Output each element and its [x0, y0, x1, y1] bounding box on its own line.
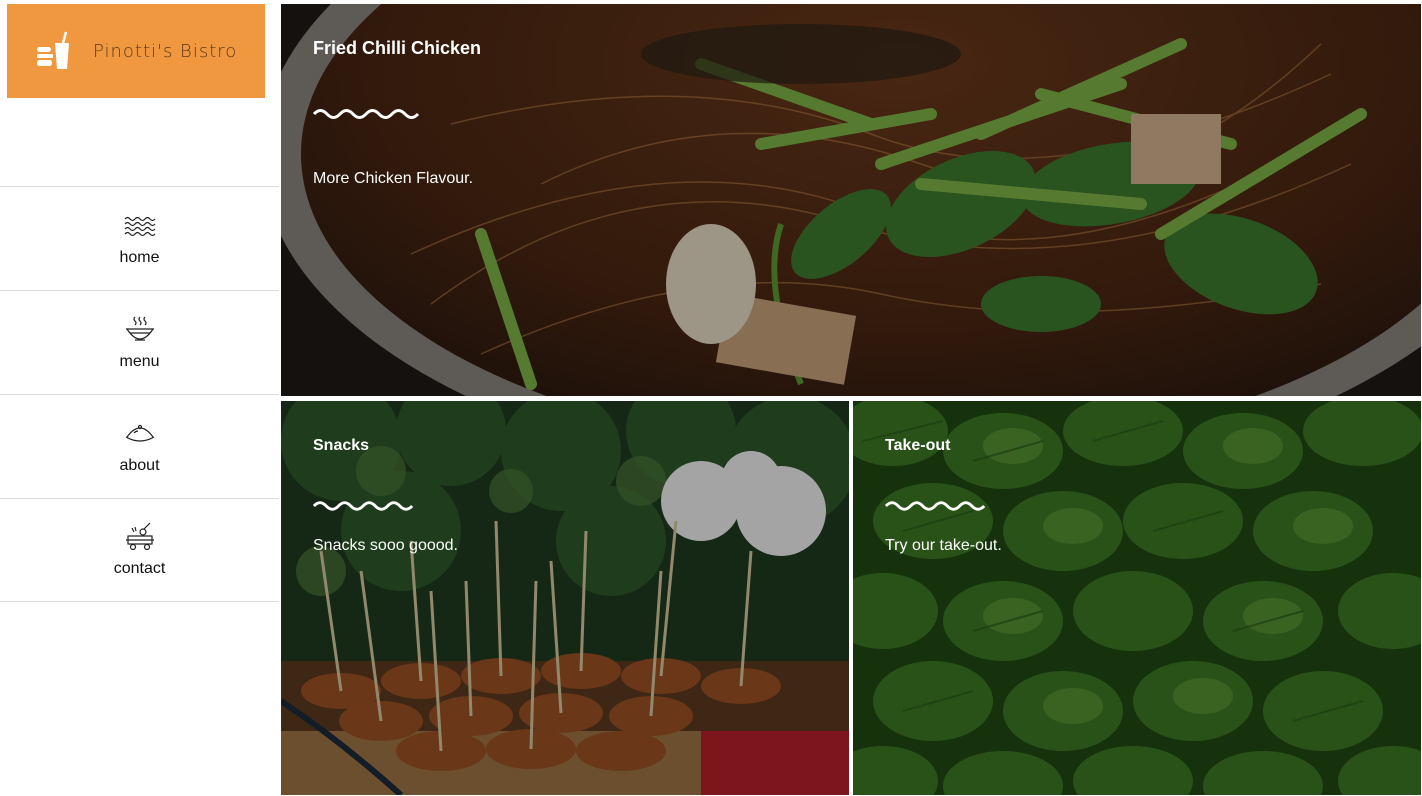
tile-description: Try our take-out.: [885, 537, 1002, 554]
main-nav: home menu about contact: [0, 186, 279, 602]
nav-item-home[interactable]: home: [0, 186, 279, 290]
nav-item-menu[interactable]: menu: [0, 290, 279, 394]
sidebar: Pinotti's Bistro home menu about contact: [0, 0, 279, 796]
grill-icon: [125, 522, 154, 551]
steaming-bowl-icon: [125, 316, 154, 341]
cloche-icon: [125, 424, 154, 442]
nav-item-contact[interactable]: contact: [0, 498, 279, 602]
wave-divider-icon: [885, 501, 986, 511]
nav-label-home: home: [119, 248, 160, 266]
tile-description: Snacks sooo goood.: [313, 537, 458, 554]
nav-label-contact: contact: [113, 560, 166, 577]
nav-item-about[interactable]: about: [0, 394, 279, 498]
brand-logo[interactable]: Pinotti's Bistro: [7, 4, 265, 98]
nav-label-menu: menu: [119, 352, 160, 370]
feature-tile-take-out[interactable]: Take-out Try our take-out.: [853, 401, 1421, 795]
tile-title: Take-out: [885, 437, 951, 454]
feature-tile-fried-chilli-chicken[interactable]: Fried Chilli Chicken More Chicken Flavou…: [281, 4, 1421, 396]
tile-caption: Fried Chilli Chicken More Chicken Flavou…: [313, 38, 481, 188]
tile-caption: Snacks Snacks sooo goood.: [313, 437, 458, 555]
tile-description: More Chicken Flavour.: [313, 170, 474, 187]
tile-title: Snacks: [313, 437, 370, 454]
nav-label-about: about: [119, 456, 160, 474]
brand-name: Pinotti's Bistro: [93, 40, 238, 62]
wave-divider-icon: [313, 501, 414, 511]
tile-caption: Take-out Try our take-out.: [885, 437, 1002, 555]
cup-burger-icon: [37, 31, 69, 69]
feature-tile-snacks[interactable]: Snacks Snacks sooo goood.: [281, 401, 849, 795]
waves-icon: [124, 216, 155, 236]
tile-title: Fried Chilli Chicken: [313, 38, 482, 58]
wave-divider-icon: [313, 109, 420, 119]
